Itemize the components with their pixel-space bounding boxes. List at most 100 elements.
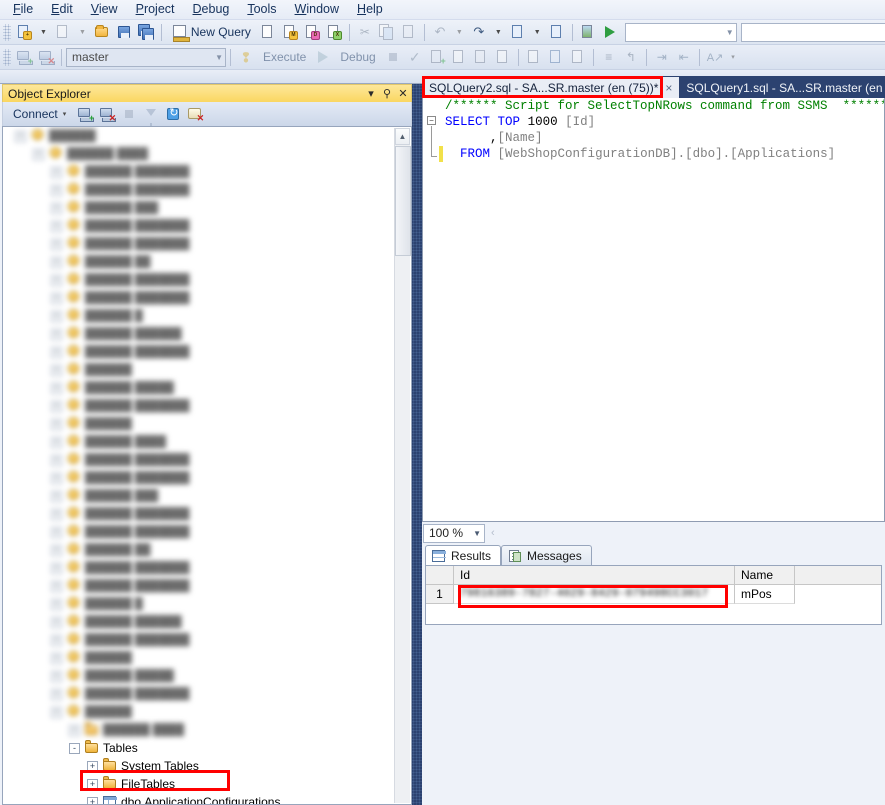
add-new-item-icon[interactable] [52, 22, 74, 43]
parse-check-icon[interactable]: ✓ [404, 47, 426, 68]
tree-node[interactable]: + ██████ ███████ [3, 559, 394, 577]
object-explorer-tree[interactable]: + ██████ + ██████ ████ + ██████ ███████ + █████… [2, 126, 412, 805]
code-line[interactable]: /****** Script for SelectTopNRows comman… [423, 98, 884, 114]
tree-expand-icon[interactable]: + [51, 544, 62, 556]
tree-expand-icon[interactable]: + [51, 580, 62, 592]
code-line[interactable]: ,[Name] [423, 130, 884, 146]
tree-node[interactable]: + ██████ ███████ [3, 343, 394, 361]
tree-node[interactable]: + ██████ ████ [3, 433, 394, 451]
tree-expand-icon[interactable]: + [51, 436, 62, 448]
tree-expand-icon[interactable]: + [51, 418, 62, 430]
tree-node[interactable]: + ██████ [3, 361, 394, 379]
tree-expand-icon[interactable]: + [51, 688, 62, 700]
scroll-up-icon[interactable]: ▲ [395, 128, 410, 145]
tree-node[interactable]: + ██████ █ [3, 307, 394, 325]
new-analysis-services-mdx-query-icon[interactable]: M [279, 22, 301, 43]
menu-help[interactable]: Help [348, 0, 392, 19]
tree-expand-icon[interactable]: + [51, 184, 62, 196]
tree-expand-icon[interactable]: + [51, 472, 62, 484]
close-icon[interactable]: × [658, 81, 672, 95]
open-file-icon[interactable] [91, 22, 113, 43]
increase-indent-icon[interactable]: ⇥ [651, 47, 673, 68]
tree-node[interactable]: + ██████ ███ [3, 487, 394, 505]
cut-icon[interactable]: ✂ [354, 22, 376, 43]
include-client-statistics-icon[interactable] [492, 47, 514, 68]
close-icon[interactable]: ✕ [395, 87, 411, 100]
undo-icon[interactable]: ↶ [429, 22, 451, 43]
chevron-down-icon[interactable]: ▾ [363, 87, 379, 100]
redo-dropdown-icon[interactable]: ▼ [490, 22, 507, 43]
menu-view[interactable]: View [82, 0, 127, 19]
specify-values-icon[interactable]: A↗ [704, 47, 727, 68]
tree-node[interactable]: + dbo.ApplicationConfigurations [3, 793, 394, 804]
new-query-button[interactable]: New Query [166, 22, 257, 43]
tree-expand-icon[interactable]: + [51, 166, 62, 178]
sql-code-editor[interactable]: − /****** Script for SelectTopNRows comm… [422, 98, 885, 522]
redo-icon[interactable]: ↷ [468, 22, 490, 43]
run-icon[interactable] [599, 22, 621, 43]
uncomment-lines-icon[interactable]: ↰ [620, 47, 642, 68]
tree-node[interactable]: + ██████ ████ [3, 721, 394, 739]
toolbar-grip[interactable] [3, 48, 11, 66]
tree-node[interactable]: + System Tables [3, 757, 394, 775]
code-line[interactable]: SELECT TOP 1000 [Id] [423, 114, 884, 130]
menu-tools[interactable]: Tools [238, 0, 285, 19]
script-cancel-icon[interactable]: ✕ [184, 104, 206, 125]
add-new-item-dropdown-icon[interactable]: ▼ [74, 22, 91, 43]
debug-play-icon[interactable] [312, 47, 334, 68]
tree-expand-icon[interactable]: + [15, 130, 26, 142]
cell-name[interactable]: mPos [735, 585, 795, 604]
new-analysis-services-xmla-query-icon[interactable]: X [323, 22, 345, 43]
tree-node[interactable]: + ██████ ██ [3, 253, 394, 271]
tree-node[interactable]: + ██████ █████ [3, 667, 394, 685]
menu-window[interactable]: Window [286, 0, 348, 19]
tree-node[interactable]: + ██████ ███████ [3, 685, 394, 703]
save-all-icon[interactable] [135, 22, 157, 43]
disconnect-object-explorer-icon[interactable]: ✕ [96, 104, 118, 125]
tree-node[interactable]: + ██████ ███████ [3, 181, 394, 199]
new-database-engine-query-icon[interactable] [257, 22, 279, 43]
stop-icon[interactable] [382, 47, 404, 68]
tree-expand-icon[interactable]: + [51, 238, 62, 250]
tab-results[interactable]: Results [425, 545, 502, 566]
tree-node[interactable]: + ██████ ███████ [3, 289, 394, 307]
tree-node[interactable]: + ██████ ███████ [3, 523, 394, 541]
new-analysis-services-dmx-query-icon[interactable]: D [301, 22, 323, 43]
save-icon[interactable] [113, 22, 135, 43]
query-options-icon[interactable] [448, 47, 470, 68]
paste-icon[interactable] [398, 22, 420, 43]
tree-node[interactable]: + ██████ ███████ [3, 505, 394, 523]
tree-expand-icon[interactable]: + [51, 202, 62, 214]
cell-id[interactable]: 79816389-7827-4029-8429-079498CC3017 [454, 585, 735, 604]
tree-expand-icon[interactable]: + [51, 670, 62, 682]
tree-expand-icon[interactable]: + [87, 760, 98, 772]
connect-button[interactable]: Connect ▾ [7, 104, 74, 125]
scrollbar-thumb[interactable] [395, 146, 411, 256]
tree-node[interactable]: + ██████ ███████ [3, 451, 394, 469]
tree-expand-icon[interactable]: + [51, 382, 62, 394]
toolbar-overflow-icon[interactable]: ▾ [726, 47, 740, 68]
tree-expand-icon[interactable]: + [51, 490, 62, 502]
refresh-icon[interactable] [162, 104, 184, 125]
code-line[interactable]: FROM [WebShopConfigurationDB].[dbo].[App… [423, 146, 884, 162]
menu-edit[interactable]: Edit [42, 0, 82, 19]
tree-expand-icon[interactable]: + [51, 652, 62, 664]
tree-node[interactable]: + ██████ ██████ [3, 613, 394, 631]
grid-corner-cell[interactable] [426, 566, 454, 584]
new-project-dropdown-icon[interactable]: ▼ [35, 22, 52, 43]
tree-node[interactable]: + ██████ ██████ [3, 325, 394, 343]
tree-node[interactable]: + ██████ █████ [3, 379, 394, 397]
tree-node[interactable]: - Tables [3, 739, 394, 757]
tree-node[interactable]: + ██████ █ [3, 595, 394, 613]
execute-button[interactable]: Execute [257, 47, 312, 68]
tree-node[interactable]: + ██████ ███████ [3, 577, 394, 595]
tree-expand-icon[interactable]: + [51, 364, 62, 376]
tab-messages[interactable]: Messages [501, 545, 592, 566]
tree-expand-icon[interactable]: + [51, 598, 62, 610]
tree-node[interactable]: + FileTables [3, 775, 394, 793]
tree-node[interactable]: + ██████ ███████ [3, 271, 394, 289]
tree-node[interactable]: + ██████ [3, 415, 394, 433]
decrease-indent-icon[interactable]: ⇤ [673, 47, 695, 68]
column-header-name[interactable]: Name [735, 566, 795, 584]
tree-node[interactable]: + ██████ [3, 649, 394, 667]
